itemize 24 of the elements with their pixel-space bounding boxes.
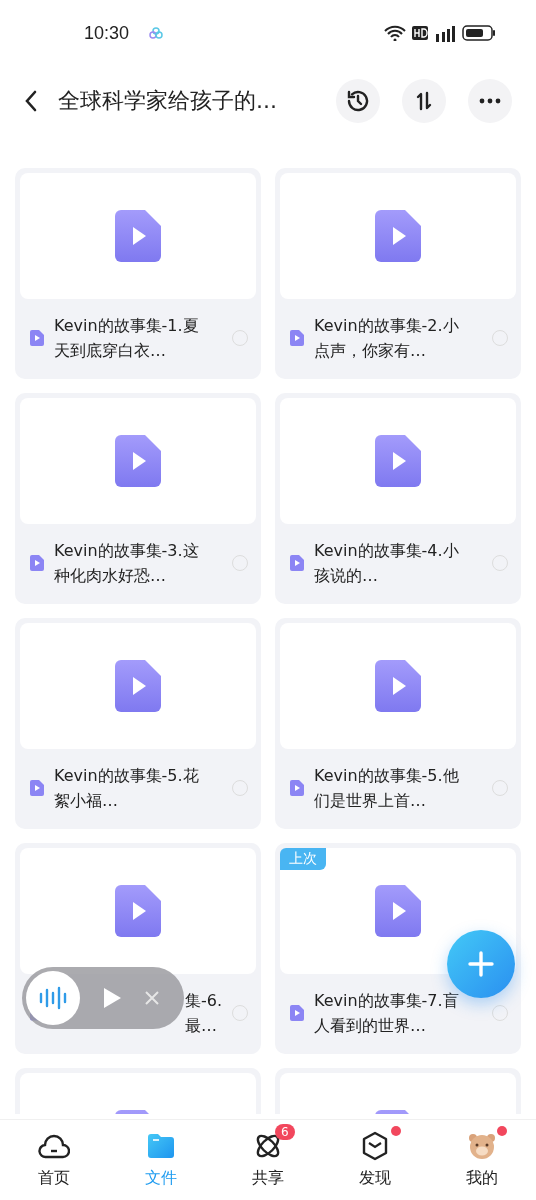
status-time: 10:30: [84, 22, 130, 44]
file-card[interactable]: Kevin的故事集-4.小孩说的…: [275, 393, 521, 604]
file-card[interactable]: Kevin的故事集-2.小点声，你家有…: [275, 168, 521, 379]
file-name: Kevin的故事集-3.这种化肉水好恐…: [54, 540, 200, 587]
file-name: Kevin的故事集-5.花絮小福…: [54, 765, 200, 812]
file-card[interactable]: 上次 Kevin的故事集-7.盲人看到的世界…: [275, 843, 521, 1054]
file-card[interactable]: Kevin的故事集-3.这种化肉水好恐…: [15, 393, 261, 604]
nav-tab[interactable]: 发现: [321, 1120, 429, 1200]
nav-tab[interactable]: 首页: [0, 1120, 108, 1200]
file-name: Kevin的故事集-2.小点声，你家有…: [314, 315, 460, 362]
nav-tab[interactable]: 我的: [428, 1120, 536, 1200]
file-name: Kevin的故事集-4.小孩说的…: [314, 540, 460, 587]
last-played-badge: 上次: [280, 848, 326, 870]
folder-title: 全球科学家给孩子的...: [58, 87, 277, 115]
file-name: Kevin的故事集-1.夏天到底穿白衣…: [54, 315, 200, 362]
file-name: Kevin的故事集-5.他们是世界上首…: [314, 765, 460, 812]
file-card[interactable]: Kevin的故事集-1.夏天到底穿白衣…: [15, 168, 261, 379]
file-name: Kevin的故事集-7.盲人看到的世界…: [314, 990, 460, 1037]
notification-count: 6: [275, 1124, 295, 1140]
nav-tab[interactable]: 6 共享: [214, 1120, 322, 1200]
file-name-fragment: 最…: [184, 1015, 217, 1037]
file-card[interactable]: Kevin的故事集-5.他们是世界上首…: [275, 618, 521, 829]
file-card[interactable]: Kevin的故事集-5.花絮小福…: [15, 618, 261, 829]
file-name-fragment: 集-6.: [184, 990, 222, 1012]
